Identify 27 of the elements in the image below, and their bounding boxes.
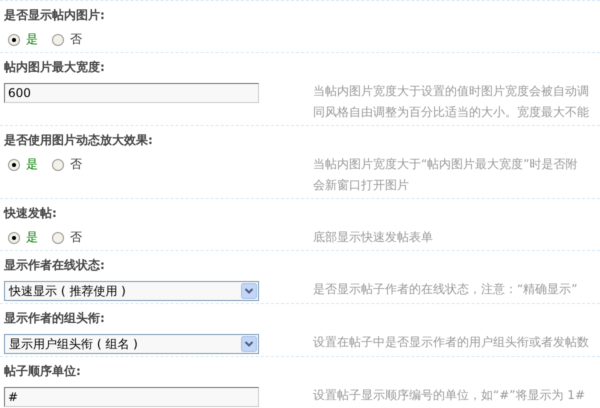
input-field[interactable]: # [4, 387, 259, 407]
setting-description: 会新窗口打开图片 [313, 177, 410, 194]
setting-description: 设置帖子显示顺序编号的单位，如“#”将显示为 1# [313, 387, 585, 404]
setting-description: 底部显示快速发帖表单 [313, 229, 433, 246]
dropdown[interactable]: 快速显示 ( 推荐使用 ) [4, 281, 259, 301]
setting-label: 是否使用图片动态放大效果: [4, 132, 154, 149]
radio-option[interactable]: 是 [8, 229, 38, 246]
radio-option[interactable]: 否 [52, 31, 82, 48]
setting-description: 设置在帖子中是否显示作者的用户组头衔或者发帖数 [313, 334, 589, 351]
input-field[interactable]: 600 [4, 83, 259, 103]
setting-description: 当帖内图片宽度大于“帖内图片最大宽度”时是否附 [313, 156, 578, 173]
setting-label: 显示作者在线状态: [4, 257, 106, 274]
setting-label: 是否显示帖内图片: [4, 7, 106, 24]
caret-icon [241, 336, 257, 352]
radio-option[interactable]: 是 [8, 31, 38, 48]
setting-label: 显示作者的组头衔: [4, 310, 106, 327]
setting-label: 帖内图片最大宽度: [4, 59, 106, 76]
caret-icon [241, 283, 257, 299]
setting-description: 当帖内图片宽度大于设置的值时图片宽度会被自动调 [313, 83, 589, 100]
setting-description: 同风格自由调整为百分比适当的大小。宽度最大不能 [313, 104, 589, 121]
radio-option[interactable]: 否 [52, 229, 82, 246]
setting-label: 快速发帖: [4, 205, 58, 222]
radio-option[interactable]: 是 [8, 156, 38, 173]
radio-option[interactable]: 否 [52, 156, 82, 173]
dropdown[interactable]: 显示用户组头衔 ( 组名 ) [4, 334, 259, 354]
setting-description: 是否显示帖子作者的在线状态，注意：“精确显示” [313, 281, 578, 298]
setting-label: 帖子顺序单位: [4, 363, 82, 380]
